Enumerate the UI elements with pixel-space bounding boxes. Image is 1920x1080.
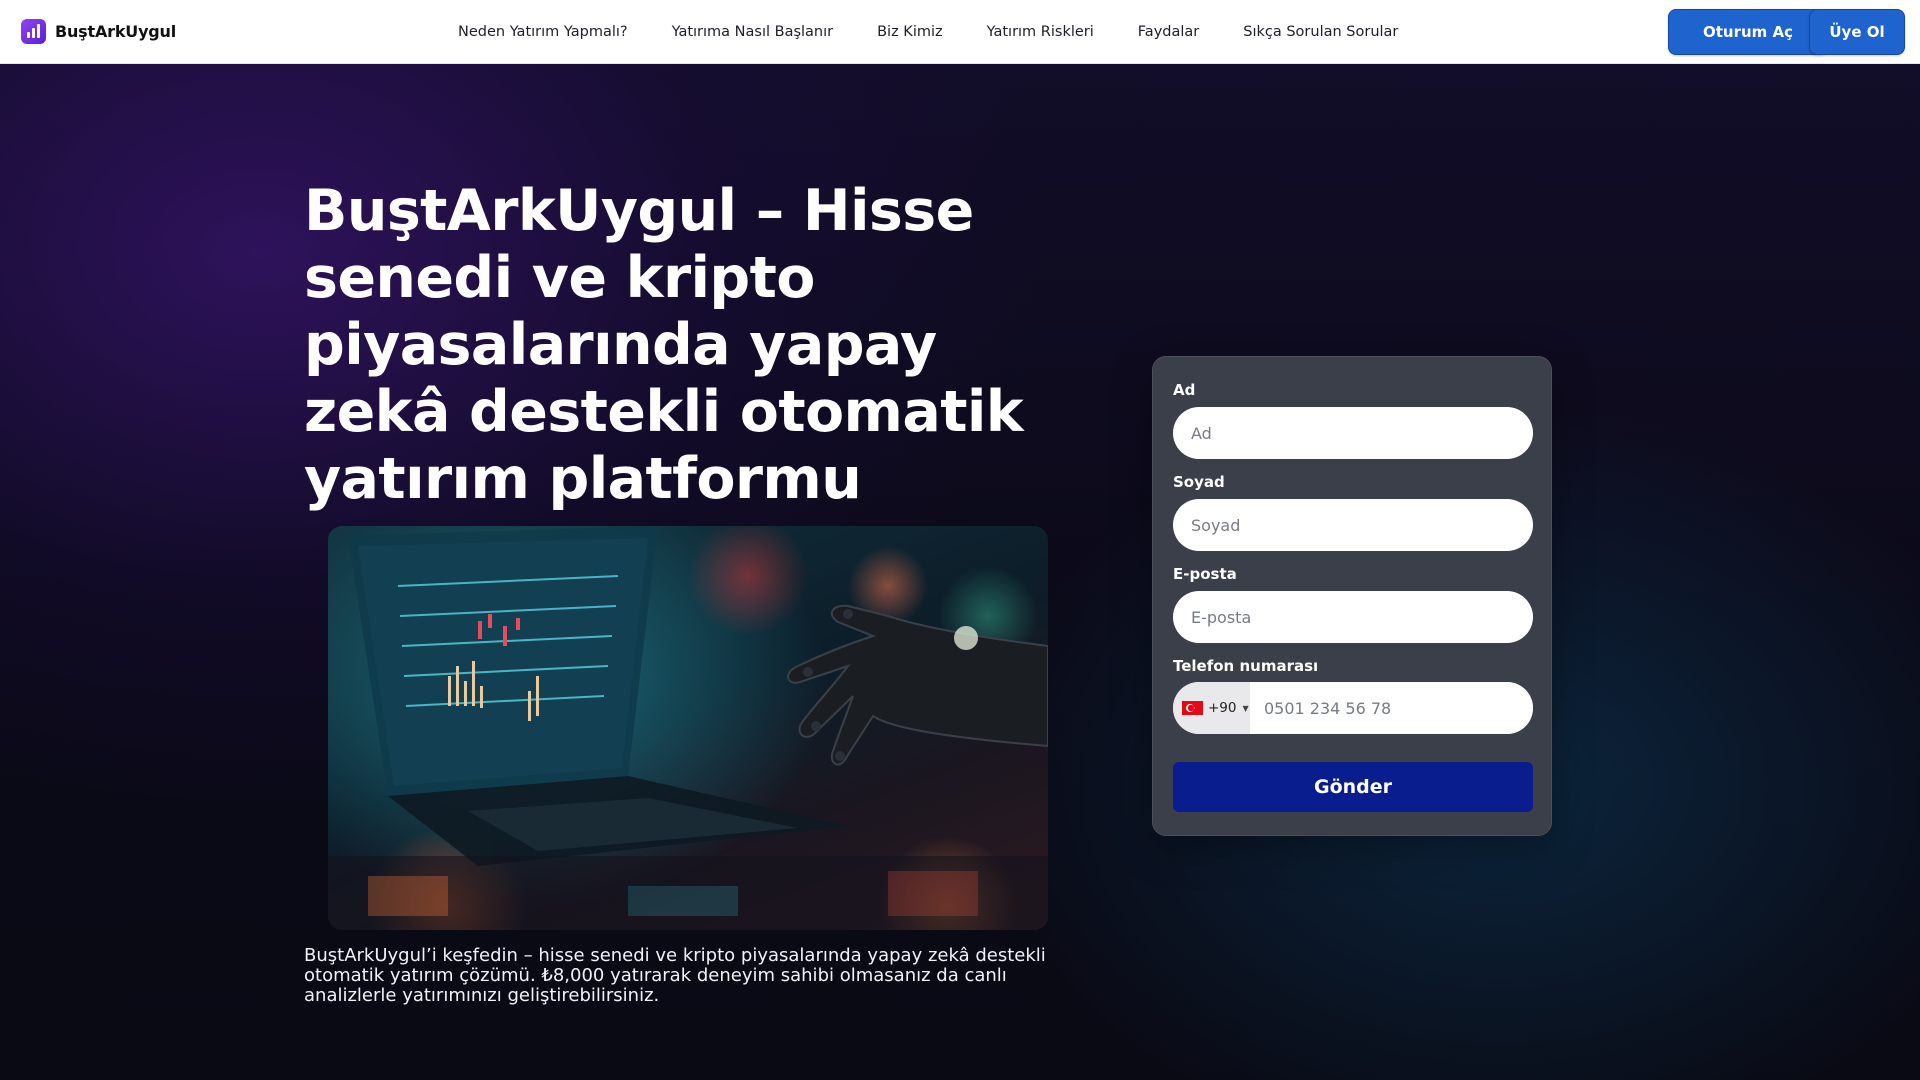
brand-name: BuştArkUygul bbox=[55, 22, 177, 41]
laptop-robot-hand-illustration bbox=[328, 526, 1048, 930]
first-name-label: Ad bbox=[1173, 381, 1196, 399]
main-nav: Neden Yatırım Yapmalı? Yatırıma Nasıl Ba… bbox=[458, 0, 1398, 64]
email-input[interactable] bbox=[1173, 591, 1533, 643]
nav-link-why-invest[interactable]: Neden Yatırım Yapmalı? bbox=[458, 24, 628, 40]
register-button[interactable]: Üye Ol bbox=[1809, 9, 1905, 55]
submit-button[interactable]: Gönder bbox=[1173, 762, 1533, 812]
nav-link-faq[interactable]: Sıkça Sorulan Sorular bbox=[1243, 24, 1398, 40]
phone-input[interactable] bbox=[1250, 682, 1533, 734]
hero-description: BuştArkUygul’i keşfedin – hisse senedi v… bbox=[304, 945, 1046, 1006]
hero-section: BuştArkUygul – Hisse senedi ve kripto pi… bbox=[0, 64, 1920, 1080]
hero-headline: BuştArkUygul – Hisse senedi ve kripto pi… bbox=[304, 178, 1024, 512]
login-button[interactable]: Oturum Aç bbox=[1668, 9, 1828, 55]
first-name-input[interactable] bbox=[1173, 407, 1533, 459]
country-code-dropdown[interactable]: +90 ▼ bbox=[1173, 682, 1250, 734]
turkey-flag-icon bbox=[1182, 701, 1203, 715]
hero-image bbox=[328, 526, 1048, 930]
nav-link-how-to-start[interactable]: Yatırıma Nasıl Başlanır bbox=[672, 24, 834, 40]
nav-link-benefits[interactable]: Faydalar bbox=[1138, 24, 1199, 40]
nav-link-investment-risks[interactable]: Yatırım Riskleri bbox=[987, 24, 1094, 40]
phone-field: +90 ▼ bbox=[1173, 682, 1533, 734]
last-name-input[interactable] bbox=[1173, 499, 1533, 551]
top-navbar: BuştArkUygul Neden Yatırım Yapmalı? Yatı… bbox=[0, 0, 1920, 64]
signup-form: Ad Soyad E-posta Telefon numarası +90 ▼ bbox=[1152, 356, 1552, 836]
email-label: E-posta bbox=[1173, 565, 1237, 583]
brand[interactable]: BuştArkUygul bbox=[21, 19, 176, 44]
bar-chart-icon bbox=[21, 19, 46, 44]
nav-link-about-us[interactable]: Biz Kimiz bbox=[877, 24, 943, 40]
phone-label: Telefon numarası bbox=[1173, 657, 1319, 675]
last-name-label: Soyad bbox=[1173, 473, 1225, 491]
caret-down-icon: ▼ bbox=[1242, 703, 1249, 713]
dial-code: +90 bbox=[1208, 700, 1237, 716]
